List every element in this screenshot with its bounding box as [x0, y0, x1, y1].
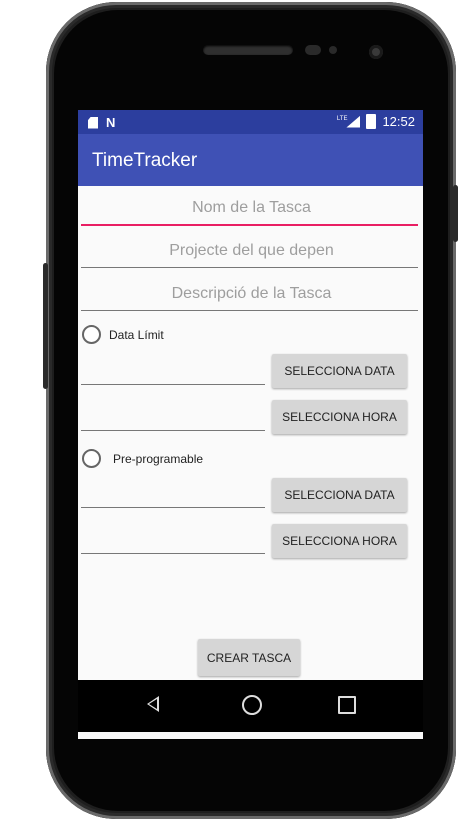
preprogram-radio-row[interactable]: Pre-programable [82, 449, 203, 468]
proximity-sensor [305, 45, 321, 55]
description-field[interactable] [81, 276, 422, 312]
deadline-radio[interactable] [82, 325, 101, 344]
project-input[interactable] [81, 233, 422, 269]
light-sensor [329, 46, 337, 54]
navigation-bar [78, 680, 423, 732]
project-field[interactable] [81, 233, 422, 269]
nfc-icon: N [106, 115, 116, 130]
deadline-date-field[interactable] [81, 384, 265, 385]
front-camera [369, 45, 383, 59]
status-time: 12:52 [382, 114, 415, 129]
earpiece-speaker [203, 45, 293, 55]
preprogram-radio-label: Pre-programable [113, 451, 204, 466]
create-task-button[interactable]: CREAR TASCA [198, 639, 300, 676]
recent-apps-icon[interactable] [338, 696, 356, 714]
screen: N LTE 12:52 TimeTracker Data Límit SELEC… [78, 110, 423, 739]
description-input[interactable] [81, 276, 422, 312]
deadline-select-date-button[interactable]: SELECCIONA DATA [272, 354, 407, 388]
back-icon-inner [149, 699, 157, 709]
power-button [453, 185, 458, 242]
preprogram-select-time-button[interactable]: SELECCIONA HORA [272, 524, 407, 558]
deadline-select-time-button[interactable]: SELECCIONA HORA [272, 400, 407, 434]
task-name-input[interactable] [81, 190, 422, 226]
deadline-time-field[interactable] [81, 430, 265, 431]
signal-icon [346, 115, 361, 128]
home-icon[interactable] [242, 695, 262, 715]
sd-card-icon [88, 116, 98, 129]
app-bar: TimeTracker [78, 134, 423, 186]
preprogram-select-date-button[interactable]: SELECCIONA DATA [272, 478, 407, 512]
preprogram-time-field[interactable] [81, 553, 265, 554]
task-name-field[interactable] [81, 190, 422, 226]
battery-icon [366, 114, 377, 129]
lte-label: LTE [336, 115, 348, 122]
preprogram-date-field[interactable] [81, 507, 265, 508]
status-bar: N LTE 12:52 [78, 110, 423, 134]
deadline-radio-label: Data Límit [109, 327, 164, 342]
app-title: TimeTracker [92, 150, 198, 171]
volume-button [43, 263, 48, 389]
deadline-radio-row[interactable]: Data Límit [82, 325, 164, 344]
preprogram-radio[interactable] [82, 449, 101, 468]
